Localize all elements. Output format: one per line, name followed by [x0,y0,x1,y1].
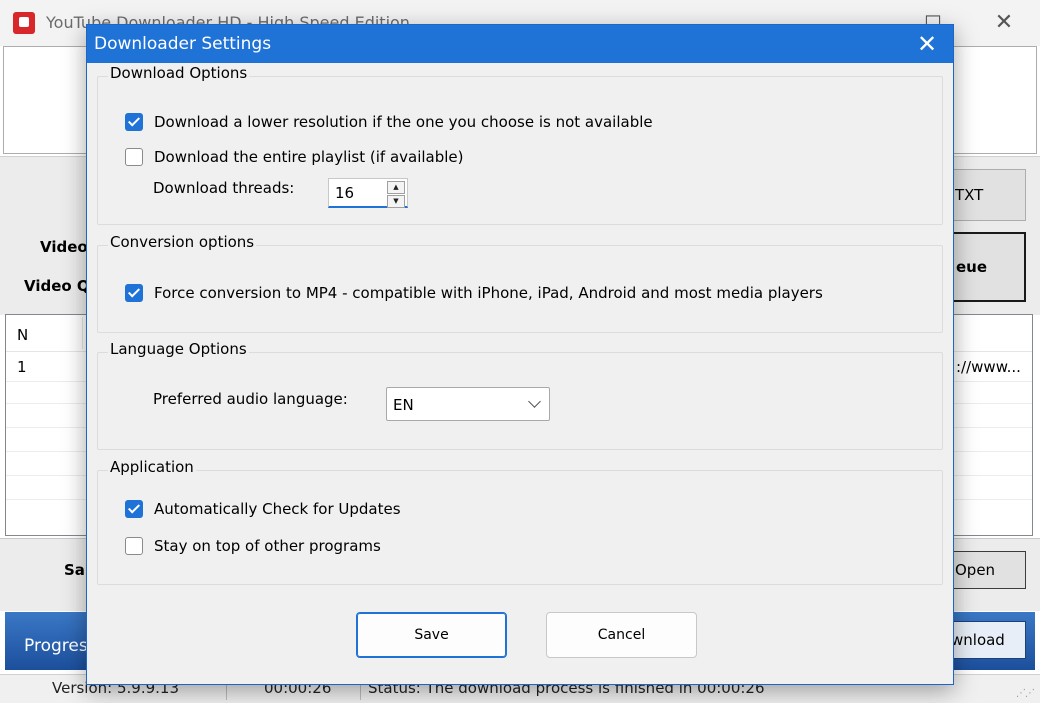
audio-language-select[interactable]: EN [386,387,550,421]
video-label: Video [40,238,88,256]
row-url: ://www... [956,358,1021,376]
close-icon[interactable]: ✕ [984,10,1024,36]
application-group: Application Automatically Check for Upda… [97,458,943,585]
checkbox-label: Download the entire playlist (if availab… [154,148,464,166]
chevron-down-icon[interactable] [528,395,541,408]
stepper-buttons: ▲ ▼ [387,181,405,208]
checkmark-icon[interactable] [125,113,143,131]
column-separator [82,317,83,349]
checkmark-icon[interactable] [125,500,143,518]
save-folder-label: Sa [64,561,85,579]
checkbox-label: Stay on top of other programs [154,537,381,555]
close-icon[interactable]: ✕ [901,25,953,63]
audio-language-label: Preferred audio language: [153,390,348,408]
row-number: 1 [17,358,27,376]
progress-label: Progres [24,636,88,656]
select-value: EN [393,396,414,414]
threads-value[interactable]: 16 [335,184,354,202]
dialog-title: Downloader Settings [94,34,272,54]
video-quality-label: Video Q [24,277,90,295]
group-title: Conversion options [108,233,257,251]
download-options-group: Download Options Download a lower resolu… [97,64,943,225]
checkmark-icon[interactable] [125,284,143,302]
save-button[interactable]: Save [356,612,507,658]
checkbox-box[interactable] [125,537,143,555]
checkbox-label: Download a lower resolution if the one y… [154,113,653,131]
stepper-up-icon[interactable]: ▲ [387,181,405,194]
column-header-n[interactable]: N [17,326,28,344]
conversion-options-group: Conversion options Force conversion to M… [97,233,943,333]
group-title: Download Options [108,64,250,82]
settings-dialog: Downloader Settings ✕ Download Options D… [86,24,954,685]
group-title: Language Options [108,340,249,358]
app-icon [13,12,35,34]
checkbox-label: Automatically Check for Updates [154,500,401,518]
stepper-down-icon[interactable]: ▼ [387,195,405,208]
threads-stepper[interactable]: 16 ▲ ▼ [328,178,408,208]
resize-grip-icon[interactable]: ⋰⋰ [1016,688,1035,699]
threads-label: Download threads: [153,179,295,197]
language-options-group: Language Options Preferred audio languag… [97,340,943,450]
dialog-titlebar: Downloader Settings ✕ [87,25,953,63]
checkbox-box[interactable] [125,148,143,166]
checkbox-label: Force conversion to MP4 - compatible wit… [154,284,823,302]
group-title: Application [108,458,196,476]
cancel-button[interactable]: Cancel [546,612,697,658]
